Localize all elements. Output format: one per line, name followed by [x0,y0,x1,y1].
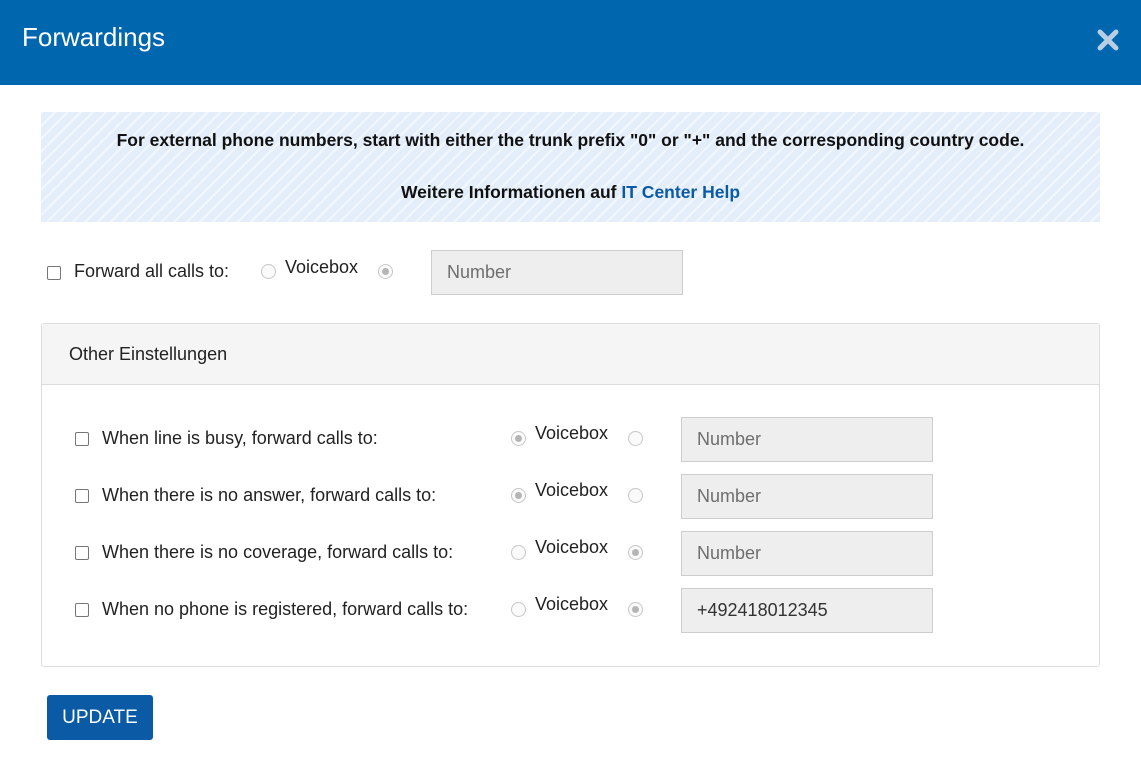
no-coverage-checkbox[interactable] [75,546,89,560]
panel-header: Other Einstellungen [42,324,1099,385]
update-button[interactable]: UPDATE [47,695,153,740]
info-text: For external phone numbers, start with e… [116,130,1025,150]
no-coverage-number-input[interactable] [681,531,933,576]
no-answer-checkbox[interactable] [75,489,89,503]
dialog-title: Forwardings [22,22,166,52]
busy-number-input[interactable] [681,417,933,462]
busy-label: When line is busy, forward calls to: [102,428,378,448]
no-phone-registered-checkbox[interactable] [75,603,89,617]
forward-all-number-radio[interactable] [378,264,393,279]
info-more-prefix: Weitere Informationen auf [400,182,617,202]
busy-voicebox-label: Voicebox [535,423,609,443]
no-answer-voicebox-label: Voicebox [535,480,609,500]
no-phone-registered-label: When no phone is registered, forward cal… [102,599,469,619]
no-answer-label: When there is no answer, forward calls t… [102,485,437,505]
no-coverage-number-radio[interactable] [628,545,643,560]
no-coverage-voicebox-radio[interactable] [511,545,526,560]
info-box: For external phone numbers, start with e… [41,112,1100,222]
no-phone-registered-number-radio[interactable] [628,602,643,617]
busy-checkbox[interactable] [75,432,89,446]
no-coverage-voicebox-label: Voicebox [535,537,609,557]
close-icon[interactable] [1096,28,1120,52]
no-answer-number-radio[interactable] [628,488,643,503]
forward-all-number-input[interactable] [431,250,683,295]
forward-all-voicebox-label: Voicebox [285,257,359,277]
no-phone-registered-voicebox-radio[interactable] [511,602,526,617]
forward-all-label: Forward all calls to: [74,261,230,281]
panel-title: Other Einstellungen [69,344,228,364]
busy-voicebox-radio[interactable] [511,431,526,446]
it-center-help-link[interactable]: IT Center Help [621,182,740,202]
no-phone-registered-voicebox-label: Voicebox [535,594,609,614]
busy-number-radio[interactable] [628,431,643,446]
dialog-header: Forwardings [0,0,1141,85]
forward-all-voicebox-radio[interactable] [261,264,276,279]
no-phone-registered-number-input[interactable] [681,588,933,633]
forward-all-checkbox[interactable] [47,266,61,280]
no-coverage-label: When there is no coverage, forward calls… [102,542,454,562]
info-more: Weitere Informationen auf IT Center Help [41,182,1100,203]
no-answer-number-input[interactable] [681,474,933,519]
no-answer-voicebox-radio[interactable] [511,488,526,503]
